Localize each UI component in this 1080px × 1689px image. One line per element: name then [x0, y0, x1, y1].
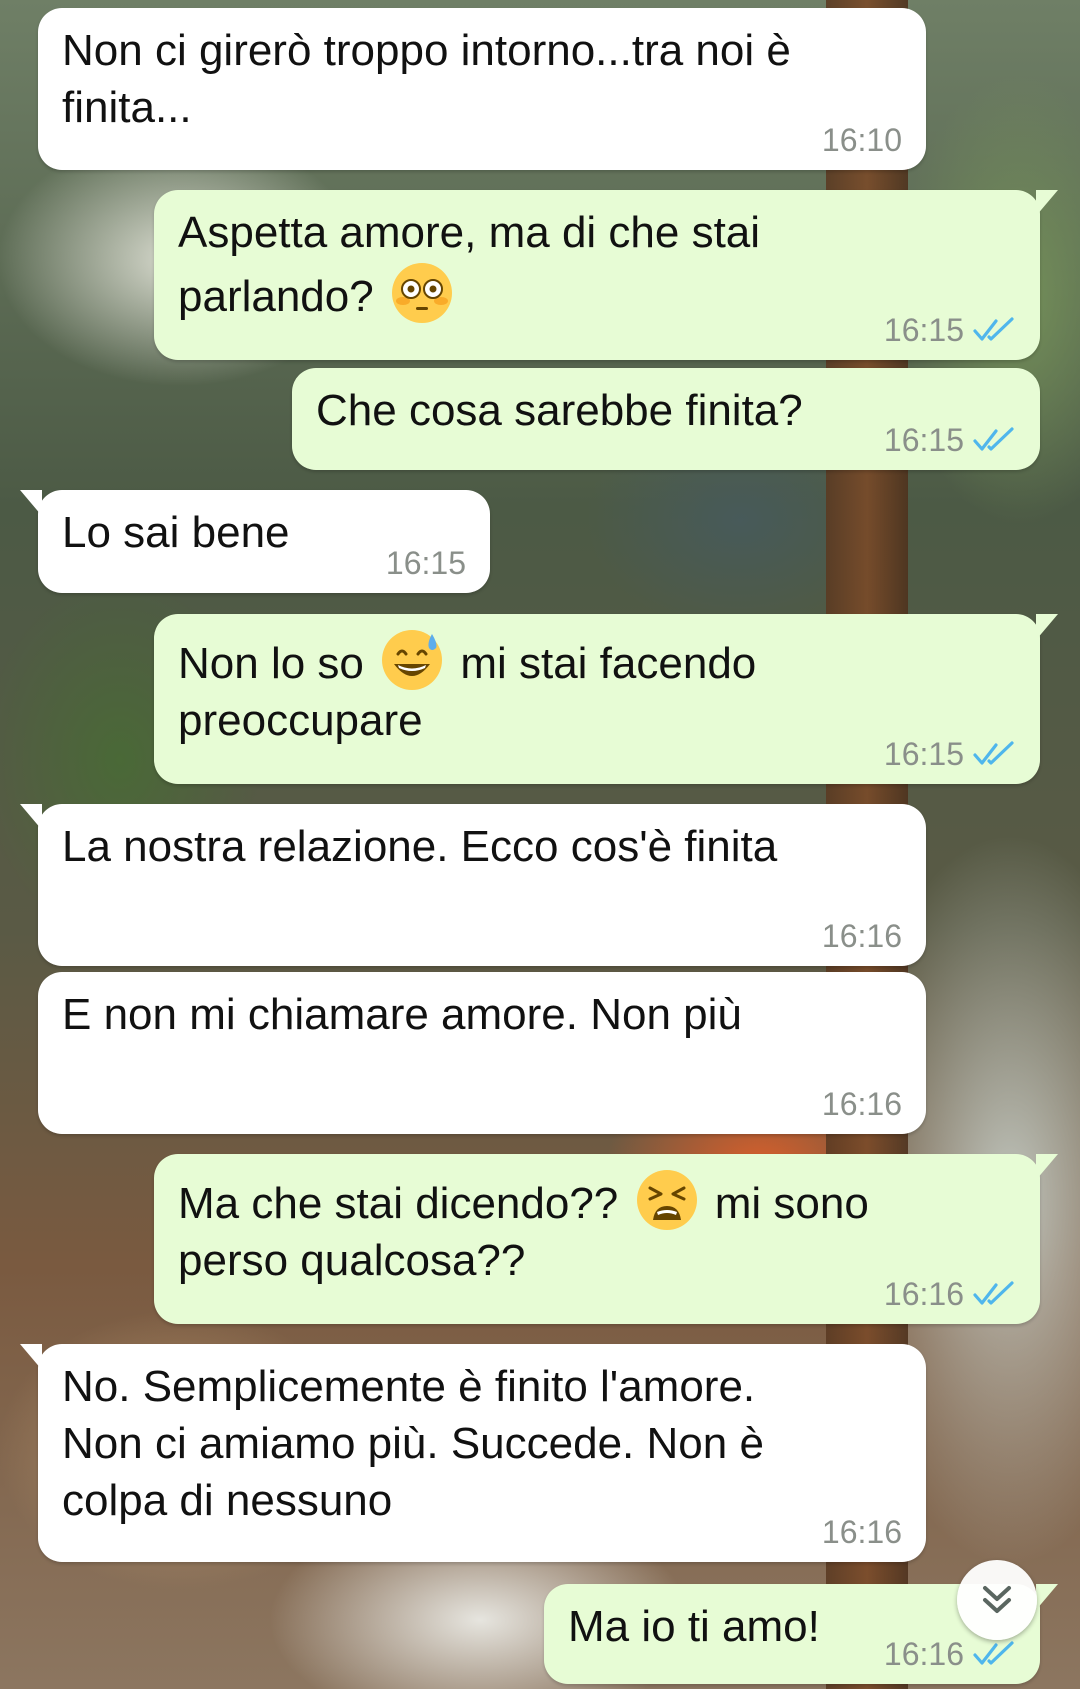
message-bubble-outgoing[interactable]: Aspetta amore, ma di che stai parlando? …	[154, 190, 1058, 360]
message-text: E non mi chiamare amore. Non più	[62, 990, 742, 1039]
message-timestamp: 16:15	[883, 312, 964, 348]
message-timestamp: 16:16	[821, 918, 902, 954]
grinning-face-with-sweat-icon	[382, 630, 443, 690]
message-text: Lo sai bene	[62, 508, 290, 557]
double-check-icon	[973, 1281, 1014, 1305]
message-bubble-outgoing[interactable]: Non lo so mi stai facendo preoccupare 16…	[154, 614, 1058, 784]
message-timestamp: 16:15	[883, 422, 964, 458]
message-bubble-incoming[interactable]: Lo sai bene 16:15	[20, 490, 490, 593]
message-text: Non lo so mi stai facendo preoccupare	[178, 628, 756, 749]
message-bubble-incoming[interactable]: No. Semplicemente è finito l'amore. Non …	[20, 1344, 926, 1562]
double-check-icon	[973, 1641, 1014, 1665]
message-timestamp: 16:15	[385, 545, 466, 581]
double-check-icon	[973, 427, 1014, 451]
double-chevron-down-icon	[983, 1586, 1011, 1613]
message-bubble-incoming[interactable]: La nostra relazione. Ecco cos'è finita 1…	[20, 804, 926, 966]
double-check-icon	[973, 741, 1014, 765]
message-timestamp: 16:15	[883, 736, 964, 772]
message-timestamp: 16:16	[883, 1276, 964, 1312]
message-text: Ma che stai dicendo?? mi sono perso qual…	[178, 1168, 869, 1289]
message-bubble-outgoing[interactable]: Che cosa sarebbe finita? 16:15	[292, 368, 1040, 470]
scroll-to-bottom-button[interactable]	[957, 1560, 1037, 1640]
message-text: La nostra relazione. Ecco cos'è finita	[62, 822, 778, 871]
flushed-face-icon	[391, 263, 452, 323]
message-timestamp: 16:16	[883, 1636, 964, 1672]
tired-face-icon	[636, 1170, 697, 1230]
message-bubble-incoming[interactable]: Non ci girerò troppo intorno...tra noi è…	[38, 8, 926, 170]
message-text: Non ci girerò troppo intorno...tra noi è…	[62, 26, 791, 132]
message-timestamp: 16:16	[821, 1086, 902, 1122]
message-text: No. Semplicemente è finito l'amore. Non …	[62, 1362, 764, 1525]
message-text: Aspetta amore, ma di che stai parlando?	[178, 204, 760, 325]
double-check-icon	[973, 317, 1014, 341]
message-timestamp: 16:16	[821, 1514, 902, 1550]
message-text: Che cosa sarebbe finita?	[316, 386, 803, 435]
message-bubble-incoming[interactable]: E non mi chiamare amore. Non più 16:16	[38, 972, 926, 1134]
message-text: Ma io ti amo!	[568, 1602, 820, 1651]
message-bubble-outgoing[interactable]: Ma che stai dicendo?? mi sono perso qual…	[154, 1154, 1058, 1324]
message-timestamp: 16:10	[821, 122, 902, 158]
